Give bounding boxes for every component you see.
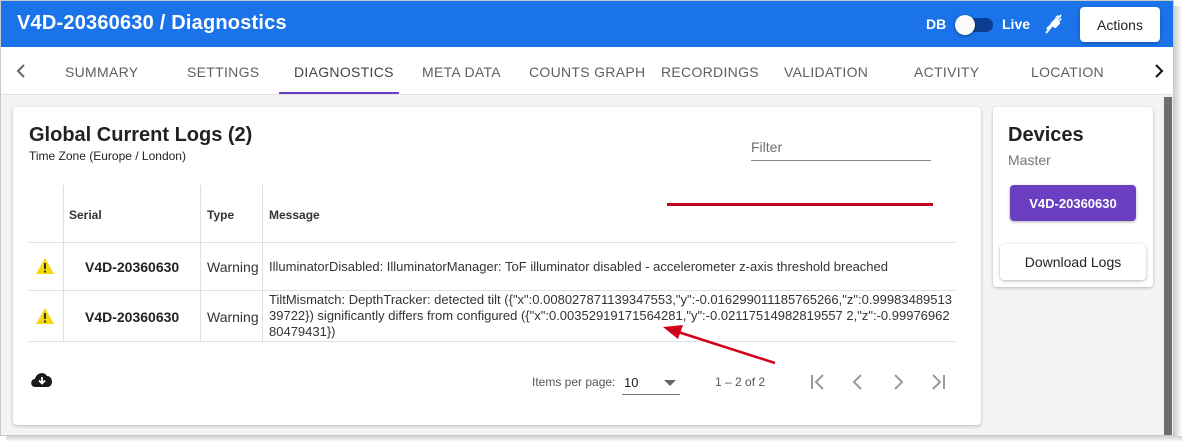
serial-cell: V4D-20360630 xyxy=(85,259,180,275)
live-label: Live xyxy=(1002,16,1031,32)
table-row[interactable]: V4D-20360630 Warning IlluminatorDisabled… xyxy=(29,243,955,291)
tab-bar: SUMMARY SETTINGS DIAGNOSTICS META DATA C… xyxy=(1,47,1173,95)
timezone-label: Time Zone (Europe / London) xyxy=(29,149,186,163)
cloud-download-icon[interactable] xyxy=(29,369,55,389)
scrollbar-thumb[interactable] xyxy=(1164,97,1172,435)
message-cell: TiltMismatch: DepthTracker: detected til… xyxy=(269,292,952,339)
filter-input[interactable] xyxy=(751,133,931,155)
type-cell: Warning xyxy=(207,309,259,325)
tab-diagnostics[interactable]: DIAGNOSTICS xyxy=(294,64,394,80)
window-shadow xyxy=(6,436,1182,442)
vertical-scrollbar[interactable] xyxy=(1163,95,1173,435)
logs-title: Global Current Logs (2) xyxy=(29,124,253,146)
page-title: V4D-20360630 / Diagnostics xyxy=(17,12,287,34)
highlight-underline xyxy=(667,203,933,206)
table-header-row: Serial Type Message xyxy=(29,185,955,243)
type-cell: Warning xyxy=(207,259,259,275)
chevron-left-icon[interactable] xyxy=(11,61,31,81)
last-page-icon[interactable] xyxy=(927,371,949,393)
actions-button[interactable]: Actions xyxy=(1080,7,1160,42)
filter-field[interactable] xyxy=(751,133,931,161)
previous-page-icon[interactable] xyxy=(847,371,869,393)
logs-card: Global Current Logs (2) Time Zone (Europ… xyxy=(13,107,981,425)
chevron-right-icon[interactable] xyxy=(1149,61,1169,81)
items-per-page-label: Items per page: xyxy=(532,375,616,389)
devices-subtitle: Master xyxy=(1008,152,1051,168)
caret-down-icon xyxy=(664,380,676,386)
serial-cell: V4D-20360630 xyxy=(85,309,180,325)
header-serial[interactable]: Serial xyxy=(69,208,102,222)
db-live-toggle[interactable] xyxy=(955,15,993,35)
first-page-icon[interactable] xyxy=(807,371,829,393)
tab-settings[interactable]: SETTINGS xyxy=(187,64,259,80)
header-type[interactable]: Type xyxy=(207,208,234,222)
tab-location[interactable]: LOCATION xyxy=(1031,64,1104,80)
devices-title: Devices xyxy=(1008,124,1084,146)
items-per-page-select[interactable]: 10 xyxy=(622,369,680,395)
device-button[interactable]: V4D-20360630 xyxy=(1010,185,1136,221)
plug-disconnected-icon[interactable] xyxy=(1043,13,1063,35)
tab-counts-graph[interactable]: COUNTS GRAPH xyxy=(529,64,645,80)
header-message[interactable]: Message xyxy=(269,208,320,222)
app-bar: V4D-20360630 / Diagnostics DB Live Actio… xyxy=(1,1,1173,47)
message-cell: IlluminatorDisabled: IlluminatorManager:… xyxy=(269,259,888,274)
download-logs-button[interactable]: Download Logs xyxy=(1000,244,1146,280)
active-tab-indicator xyxy=(279,92,399,94)
pagination-range: 1 – 2 of 2 xyxy=(715,375,766,389)
table-row[interactable]: V4D-20360630 Warning TiltMismatch: Depth… xyxy=(29,291,955,342)
tab-summary[interactable]: SUMMARY xyxy=(65,64,138,80)
window-shadow xyxy=(1174,6,1182,442)
warning-icon xyxy=(36,308,54,324)
tab-validation[interactable]: VALIDATION xyxy=(784,64,868,80)
db-label: DB xyxy=(926,16,947,32)
devices-card: Devices Master V4D-20360630 Download Log… xyxy=(993,107,1153,287)
warning-icon xyxy=(36,258,54,274)
toggle-knob xyxy=(955,15,975,35)
tab-meta-data[interactable]: META DATA xyxy=(422,64,501,80)
app-window: V4D-20360630 / Diagnostics DB Live Actio… xyxy=(0,0,1174,436)
next-page-icon[interactable] xyxy=(887,371,909,393)
items-per-page-value: 10 xyxy=(624,375,639,390)
tab-recordings[interactable]: RECORDINGS xyxy=(661,64,759,80)
tab-activity[interactable]: ACTIVITY xyxy=(914,64,979,80)
